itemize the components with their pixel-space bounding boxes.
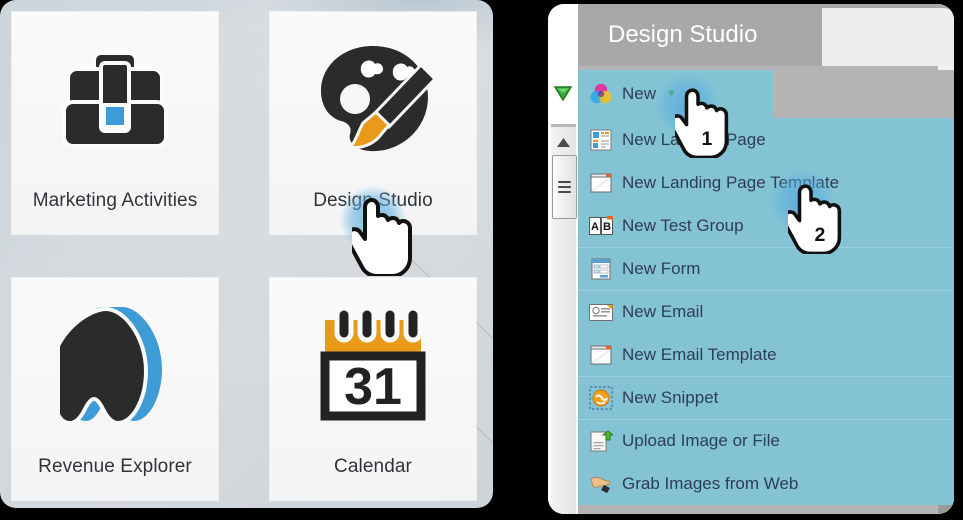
landing-page-icon	[588, 127, 614, 153]
menu-item-label: New Landing Page	[622, 129, 766, 149]
tile-calendar[interactable]: 31 Calendar	[270, 278, 476, 500]
email-template-icon	[588, 342, 614, 368]
menu-item-new-landing-page-template[interactable]: New Landing Page Template	[578, 161, 954, 204]
tab-panel-right	[822, 8, 954, 66]
form-icon	[588, 256, 614, 282]
tab-bar: Design Studio	[576, 4, 954, 66]
menu-item-new-snippet[interactable]: New Snippet	[578, 376, 954, 419]
tile-marketing-activities[interactable]: Marketing Activities	[12, 12, 218, 234]
menu-item-new-email-template[interactable]: New Email Template	[578, 333, 954, 376]
tile-label: Marketing Activities	[32, 190, 198, 211]
menu-item-label: Grab Images from Web	[622, 473, 799, 493]
scrollbar-grip-icon[interactable]	[552, 155, 577, 219]
menu-item-label: New Email	[622, 302, 704, 321]
tile-design-studio[interactable]: Design Studio	[270, 12, 476, 234]
menu-item-label: New Form	[622, 259, 701, 278]
tab-label: Design Studio	[608, 21, 758, 48]
tile-label: Design Studio	[313, 190, 433, 211]
email-icon	[588, 299, 614, 325]
menu-item-new-test-group[interactable]: A B New Test Group	[578, 204, 954, 247]
briefcase-icon	[12, 24, 218, 174]
tile-label: Revenue Explorer	[38, 456, 192, 477]
green-triangle-down-icon[interactable]	[553, 86, 573, 102]
app-launcher-panel: Marketing Activities Design Studio Reven…	[0, 0, 493, 508]
design-studio-window: Design Studio 00	[548, 4, 954, 514]
menu-item-label: Upload Image or File	[622, 431, 780, 450]
left-rail	[548, 4, 578, 514]
calendar-31-icon: 31	[270, 290, 476, 440]
menu-item-upload-image-or-file[interactable]: Upload Image or File	[578, 419, 954, 462]
scroll-up-arrow-icon[interactable]	[551, 133, 576, 151]
paint-palette-icon	[270, 24, 476, 174]
menu-item-new-landing-page[interactable]: New Landing Page	[578, 118, 954, 161]
menu-item-new-email[interactable]: New Email	[578, 290, 954, 333]
grip-lines	[558, 178, 571, 196]
menu-gap-right	[773, 70, 954, 118]
tab-design-studio[interactable]: Design Studio	[576, 4, 794, 66]
revenue-explorer-icon	[12, 290, 218, 440]
tile-revenue-explorer[interactable]: Revenue Explorer	[12, 278, 218, 500]
menu-item-label: New Test Group	[622, 215, 744, 235]
chevron-down-icon[interactable]: ▼	[666, 88, 677, 100]
landing-page-template-icon	[588, 170, 614, 196]
rail-scrollbar[interactable]	[551, 124, 577, 514]
menu-item-label: New Snippet	[622, 388, 719, 407]
snippet-icon	[588, 385, 614, 411]
new-colorwheel-icon	[588, 81, 614, 107]
menu-item-label: New Landing Page Template	[622, 172, 840, 192]
svg-text:A: A	[591, 221, 599, 233]
menu-item-grab-images-from-web[interactable]: Grab Images from Web	[578, 462, 954, 505]
new-dropdown-menu: New ▼ New Landing Page New Landing Page …	[578, 70, 954, 505]
tile-label: Calendar	[334, 456, 412, 477]
upload-file-icon	[588, 428, 614, 454]
svg-text:B: B	[603, 221, 611, 233]
menu-item-label: New Email Template	[622, 344, 777, 364]
svg-text:31: 31	[344, 358, 402, 416]
menu-item-label: New	[622, 84, 657, 103]
menu-item-new-form[interactable]: New Form	[578, 247, 954, 290]
menu-item-new[interactable]: New ▼	[578, 70, 743, 118]
grab-hand-icon	[588, 471, 614, 497]
ab-test-group-icon: A B	[588, 213, 614, 239]
